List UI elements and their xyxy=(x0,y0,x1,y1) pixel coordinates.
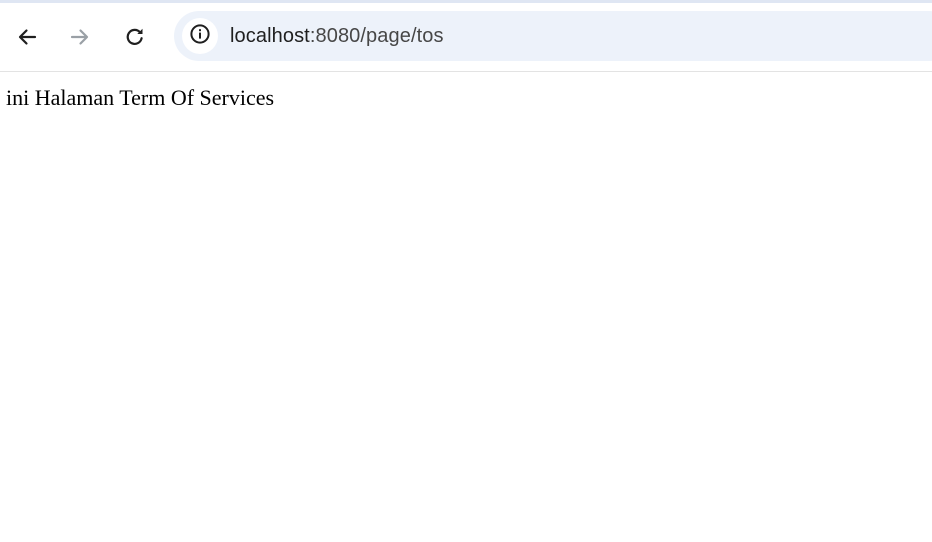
arrow-left-icon xyxy=(15,25,39,49)
browser-toolbar: localhost:8080/page/tos xyxy=(0,3,932,72)
site-info-button[interactable] xyxy=(182,18,218,54)
reload-icon xyxy=(123,25,147,49)
arrow-right-icon xyxy=(68,25,92,49)
url-path: :8080/page/tos xyxy=(309,24,444,47)
back-button[interactable] xyxy=(9,19,45,55)
url-text[interactable]: localhost:8080/page/tos xyxy=(230,25,444,48)
browser-window: localhost:8080/page/tos ini Halaman Term… xyxy=(0,0,932,542)
page-body-text: ini Halaman Term Of Services xyxy=(6,85,275,110)
reload-button[interactable] xyxy=(117,19,153,55)
url-host: localhost xyxy=(230,24,310,47)
forward-button[interactable] xyxy=(62,19,98,55)
address-bar[interactable]: localhost:8080/page/tos xyxy=(174,11,932,61)
page-content: ini Halaman Term Of Services xyxy=(0,72,932,542)
info-icon xyxy=(189,23,211,50)
